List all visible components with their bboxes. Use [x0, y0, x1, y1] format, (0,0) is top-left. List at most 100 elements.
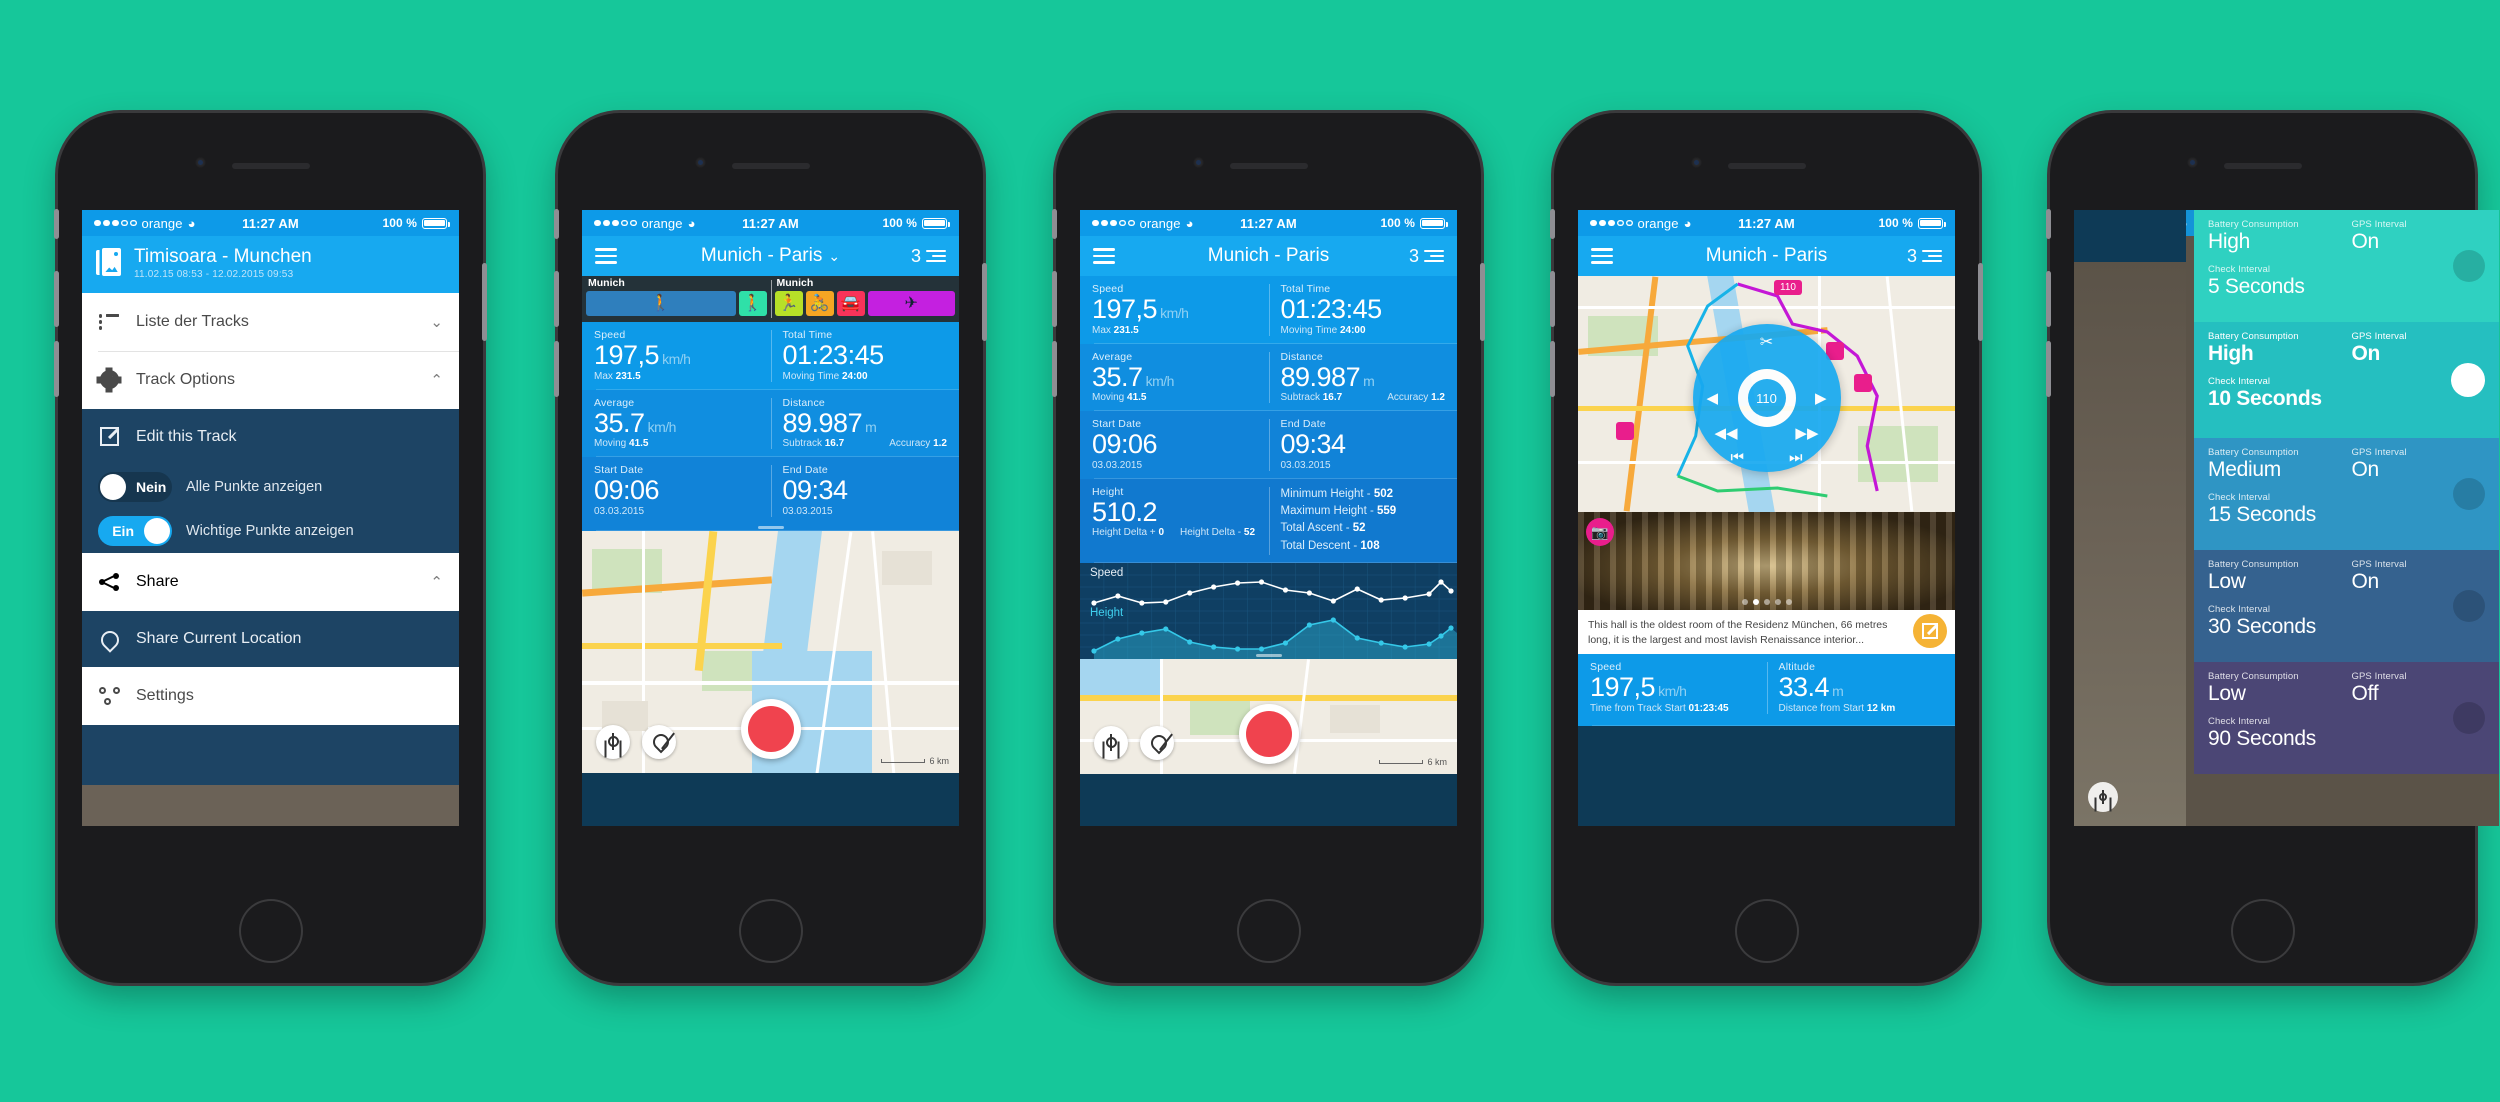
- photo-pagination[interactable]: [1741, 599, 1792, 605]
- chevron-down-icon[interactable]: ⌄: [430, 313, 443, 331]
- list-lines-icon[interactable]: [1424, 249, 1444, 263]
- row-selector-knob[interactable]: [2451, 363, 2485, 397]
- menu-item-track-list[interactable]: Liste der Tracks ⌄: [82, 293, 459, 351]
- menu-item-share[interactable]: Share ⌃: [82, 553, 459, 611]
- standing-person-icon[interactable]: 🚶: [586, 291, 736, 316]
- home-button[interactable]: [238, 899, 303, 963]
- marker-button[interactable]: [642, 724, 676, 759]
- volume-down-button[interactable]: [554, 341, 559, 397]
- pin-photo-icon[interactable]: [1854, 374, 1872, 392]
- car-icon[interactable]: 🚘: [836, 291, 865, 316]
- plane-icon[interactable]: ✈: [867, 291, 955, 316]
- rewind-button[interactable]: ◀◀: [1715, 424, 1738, 442]
- menu-item-edit-track[interactable]: Edit this Track: [82, 409, 459, 465]
- stat-total-time: Total Time 01:23:45 Moving Time 24:00: [1268, 276, 1458, 344]
- menu-item-settings[interactable]: Settings: [82, 667, 459, 725]
- pin-photo-icon[interactable]: [1616, 422, 1634, 440]
- skip-back-button[interactable]: ⏮: [1731, 449, 1745, 466]
- mute-switch[interactable]: [2046, 209, 2051, 239]
- stat-unit: km/h: [1145, 372, 1175, 389]
- home-button[interactable]: [1734, 899, 1799, 963]
- marker-button[interactable]: [1140, 725, 1174, 760]
- running-icon[interactable]: 🏃: [774, 291, 803, 316]
- volume-down-button[interactable]: [54, 341, 59, 397]
- locate-button[interactable]: [596, 724, 630, 759]
- nav-right[interactable]: 3: [911, 246, 946, 267]
- cycling-icon[interactable]: 🚴: [805, 291, 834, 316]
- stat-height: Height 510.2 Height Delta + 0 Height Del…: [1080, 479, 1269, 563]
- record-button[interactable]: [1238, 703, 1299, 764]
- stat-foot-value: 24:00: [841, 370, 868, 382]
- stat-value: 89.987 m: [1281, 362, 1446, 392]
- prev-button[interactable]: ◀: [1707, 389, 1719, 407]
- settings-row-high-5s[interactable]: Battery Consumption High GPS Interval On…: [2194, 210, 2499, 322]
- map-marker-speed[interactable]: 110: [1774, 280, 1802, 295]
- chevron-up-icon[interactable]: ⌃: [430, 573, 443, 591]
- map-view[interactable]: 110 ✂ ◀ ▶ ◀◀ ▶▶ ⏮ ⏭ 110: [1578, 276, 1955, 512]
- toggle-row-important-points[interactable]: Ein Wichtige Punkte anzeigen: [82, 509, 459, 553]
- power-button[interactable]: [982, 263, 987, 341]
- volume-up-button[interactable]: [1550, 271, 1555, 327]
- playback-dial[interactable]: ✂ ◀ ▶ ◀◀ ▶▶ ⏮ ⏭ 110: [1692, 324, 1841, 472]
- volume-up-button[interactable]: [554, 271, 559, 327]
- stat-unit: m: [865, 418, 877, 435]
- home-button[interactable]: [2230, 899, 2295, 963]
- power-button[interactable]: [1978, 263, 1983, 341]
- list-lines-icon[interactable]: [926, 249, 946, 263]
- hamburger-icon[interactable]: [595, 248, 617, 264]
- scissors-icon[interactable]: ✂: [1760, 332, 1773, 352]
- drag-handle[interactable]: [757, 525, 784, 529]
- camera-icon[interactable]: 📷: [1586, 518, 1614, 546]
- drag-handle[interactable]: [1255, 653, 1282, 657]
- settings-row-low-90s[interactable]: Battery Consumption Low GPS Interval Off…: [2194, 662, 2499, 774]
- stat-value: 09:34: [1281, 430, 1446, 459]
- mute-switch[interactable]: [1550, 209, 1555, 239]
- volume-up-button[interactable]: [54, 271, 59, 327]
- locate-button[interactable]: [1094, 725, 1128, 760]
- track-header[interactable]: Timisoara - Munchen 11.02.15 08:53 - 12.…: [82, 236, 459, 293]
- interval-label: Check Interval: [2208, 264, 2271, 276]
- map-view[interactable]: 6 km: [582, 530, 959, 773]
- nav-right[interactable]: 3: [1409, 246, 1444, 267]
- toggle-all-points[interactable]: Nein: [98, 471, 172, 502]
- mute-switch[interactable]: [554, 209, 559, 239]
- settings-row-low-30s[interactable]: Battery Consumption Low GPS Interval On …: [2194, 550, 2499, 662]
- compass-icon[interactable]: [2088, 782, 2118, 812]
- settings-row-medium-15s[interactable]: Battery Consumption Medium GPS Interval …: [2194, 438, 2499, 550]
- settings-row-high-10s[interactable]: Battery Consumption High GPS Interval On…: [2194, 322, 2499, 438]
- next-button[interactable]: ▶: [1815, 389, 1827, 407]
- photo-viewer[interactable]: 📷: [1578, 512, 1955, 610]
- record-button[interactable]: [740, 698, 801, 759]
- edit-icon[interactable]: [1913, 614, 1947, 648]
- power-button[interactable]: [482, 263, 487, 341]
- row-selector-knob[interactable]: [2453, 478, 2485, 510]
- toggle-important-points[interactable]: Ein: [98, 515, 172, 546]
- mute-switch[interactable]: [54, 209, 59, 239]
- menu-item-share-location[interactable]: Share Current Location: [82, 611, 459, 667]
- walking-icon[interactable]: 🚶: [738, 291, 767, 316]
- mute-switch[interactable]: [1052, 209, 1057, 239]
- power-button[interactable]: [1480, 263, 1485, 341]
- hamburger-icon[interactable]: [1093, 248, 1115, 264]
- row-selector-knob[interactable]: [2453, 702, 2485, 734]
- battery-consumption-cell: Battery Consumption Low: [2208, 671, 2342, 706]
- hamburger-icon[interactable]: [1591, 248, 1613, 264]
- volume-down-button[interactable]: [1550, 341, 1555, 397]
- volume-down-button[interactable]: [1052, 341, 1057, 397]
- row-selector-knob[interactable]: [2453, 250, 2485, 282]
- menu-item-track-options[interactable]: Track Options ⌃: [82, 350, 459, 409]
- toggle-row-all-points[interactable]: Nein Alle Punkte anzeigen: [82, 465, 459, 509]
- home-button[interactable]: [1236, 899, 1301, 963]
- volume-up-button[interactable]: [2046, 271, 2051, 327]
- row-selector-knob[interactable]: [2453, 590, 2485, 622]
- home-button[interactable]: [738, 899, 803, 963]
- nav-right[interactable]: 3: [1907, 246, 1942, 267]
- list-lines-icon[interactable]: [1922, 249, 1942, 263]
- chevron-up-icon[interactable]: ⌃: [430, 371, 443, 389]
- map-view[interactable]: 6 km: [1080, 658, 1457, 774]
- profile-chart[interactable]: Speed Height: [1080, 562, 1457, 659]
- forward-button[interactable]: ▶▶: [1795, 424, 1818, 442]
- skip-forward-button[interactable]: ⏭: [1789, 449, 1803, 466]
- volume-up-button[interactable]: [1052, 271, 1057, 327]
- volume-down-button[interactable]: [2046, 341, 2051, 397]
